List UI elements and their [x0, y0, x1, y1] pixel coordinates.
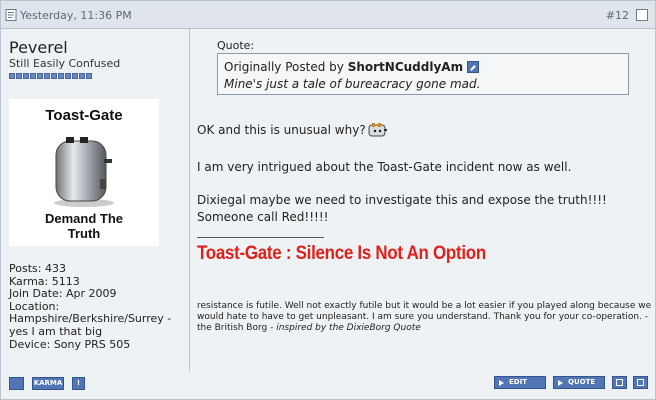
- avatar-caption: Demand The Truth: [9, 211, 159, 241]
- reputation-pip: [44, 73, 50, 79]
- signature-headline: Toast-Gate : Silence Is Not An Option: [197, 243, 486, 264]
- quote-button[interactable]: QUOTE: [553, 376, 605, 389]
- reputation-pip: [65, 73, 71, 79]
- signature-divider: [197, 237, 324, 238]
- reputation-pips: [9, 73, 92, 79]
- forum-post: Yesterday, 11:36 PM #12 Peverel Still Ea…: [0, 0, 656, 400]
- reputation-pip: [79, 73, 85, 79]
- username-link[interactable]: Peverel: [9, 38, 68, 57]
- post-number-link[interactable]: #12: [606, 9, 629, 22]
- user-join-date: Join Date: Apr 2009: [9, 287, 117, 301]
- reputation-pip: [37, 73, 43, 79]
- user-sidebar: Peverel Still Easily Confused Toast-Gate: [1, 29, 190, 371]
- karma-button[interactable]: KARMA: [32, 377, 64, 390]
- post-footer: KARMA ! EDIT QUOTE: [1, 371, 655, 399]
- toast-smiley-icon: [368, 123, 387, 137]
- reputation-pip: [72, 73, 78, 79]
- avatar-caption-line-2: Truth: [67, 226, 101, 241]
- user-location-line-2: yes I am that big: [9, 324, 103, 338]
- post-header: Yesterday, 11:36 PM #12: [1, 1, 655, 29]
- message-line-2: I am very intrigued about the Toast-Gate…: [197, 160, 572, 174]
- edit-button[interactable]: EDIT: [494, 376, 546, 389]
- post-content: Quote: Originally Posted by ShortNCuddly…: [191, 29, 655, 371]
- borg-inspired-link[interactable]: inspired by the DixieBorg Quote: [276, 323, 421, 333]
- message-line-1-text: OK and this is unusual why?: [197, 123, 366, 137]
- user-title: Still Easily Confused: [9, 57, 121, 70]
- quote-author: ShortNCuddlyAm: [347, 60, 464, 74]
- view-post-icon[interactable]: [467, 61, 480, 73]
- toaster-icon: [54, 137, 114, 207]
- post-date: Yesterday, 11:36 PM: [20, 9, 132, 22]
- message-line-1: OK and this is unusual why?: [197, 123, 388, 137]
- post-document-icon: [5, 9, 17, 21]
- avatar-caption-line-1: Demand The: [44, 211, 123, 226]
- reputation-pip: [51, 73, 57, 79]
- user-posts: Posts: 433: [9, 262, 66, 275]
- message-line-4: Someone call Red!!!!!: [197, 210, 329, 224]
- quote-text: Mine's just a tale of bureacracy gone ma…: [224, 77, 481, 91]
- reputation-pip: [16, 73, 22, 79]
- borg-body: resistance is futile. Well not exactly f…: [197, 301, 652, 322]
- signature-borg-text: resistance is futile. Well not exactly f…: [197, 301, 653, 334]
- message-line-3: Dixiegal maybe we need to investigate th…: [197, 193, 607, 207]
- reputation-pip: [30, 73, 36, 79]
- reputation-pip: [86, 73, 92, 79]
- reputation-pip: [9, 73, 15, 79]
- multi-quote-icon[interactable]: [612, 376, 627, 389]
- avatar-title-text: Toast-Gate: [45, 107, 123, 124]
- report-post-button[interactable]: !: [72, 377, 85, 390]
- quote-attribution: Originally Posted by ShortNCuddlyAm: [224, 60, 480, 74]
- user-device: Device: Sony PRS 505: [9, 337, 131, 351]
- user-avatar: Toast-Gate Demand The Truth: [9, 99, 159, 246]
- quick-reply-icon[interactable]: [633, 376, 648, 389]
- reputation-pip: [58, 73, 64, 79]
- reputation-pip: [23, 73, 29, 79]
- multi-quote-checkbox[interactable]: [636, 9, 648, 21]
- user-info: Posts: 433 Karma: 5113 Join Date: Apr 20…: [9, 262, 189, 351]
- quote-prefix: Originally Posted by: [224, 60, 344, 74]
- quote-box: Originally Posted by ShortNCuddlyAm Mine…: [217, 53, 629, 95]
- user-profile-button[interactable]: [9, 377, 24, 390]
- quote-label: Quote:: [217, 39, 255, 52]
